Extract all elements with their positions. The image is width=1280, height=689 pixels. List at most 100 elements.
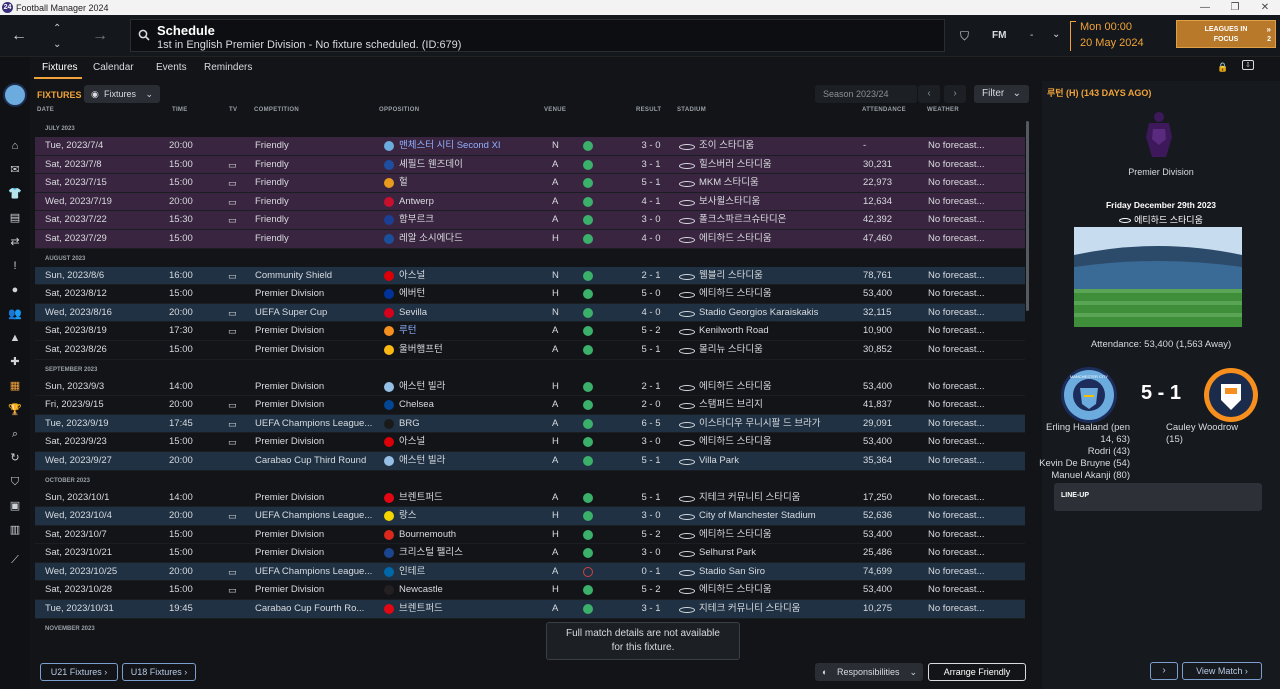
fixture-row[interactable]: Sun, 2023/10/1 14:00 Premier Division 브렌트퍼드… — [35, 489, 1025, 508]
squad-icon[interactable]: 👕 — [8, 187, 22, 201]
fixtures-scrollbar[interactable] — [1026, 121, 1029, 311]
fixture-row[interactable]: Tue, 2023/7/4 20:00 Friendly 맨체스터 시티 Second… — [35, 137, 1025, 156]
fixture-opposition[interactable]: 셰필드 웬즈데이 — [399, 156, 539, 175]
fixture-row[interactable]: Sat, 2023/10/28 15:00 Premier Division Newc… — [35, 581, 1025, 601]
u18-fixtures-button[interactable]: U18 Fixtures › — [122, 663, 196, 681]
manager-badge[interactable]: FM — [992, 30, 1006, 41]
fixture-opposition[interactable]: Antwerp — [399, 193, 539, 212]
fixture-opposition[interactable]: 루턴 — [399, 322, 539, 341]
view-dropdown[interactable]: ◉ Fixtures ⌄ — [84, 85, 160, 103]
club-crest-icon[interactable]: ⛉ — [960, 29, 969, 44]
fixtures-list[interactable]: JULY 2023 Tue, 2023/7/4 20:00 Friendly 맨체스터 … — [35, 119, 1025, 650]
col-competition[interactable]: COMPETITION — [254, 107, 299, 113]
fixture-row[interactable]: Sun, 2023/8/6 16:00 Community Shield 아스널 N 2 … — [35, 266, 1025, 286]
fixture-row[interactable]: Sat, 2023/10/7 15:00 Premier Division Bourn… — [35, 526, 1025, 545]
fixture-row[interactable]: Sat, 2023/8/12 15:00 Premier Division 에버턴 H 5… — [35, 285, 1025, 304]
fixture-opposition[interactable]: 함부르크 — [399, 211, 539, 230]
collapse-icon[interactable]: ⟋ — [8, 553, 22, 567]
fixture-opposition[interactable]: 맨체스터 시티 Second XI — [399, 137, 539, 156]
col-opposition[interactable]: OPPOSITION — [379, 107, 419, 113]
fixture-opposition[interactable]: 인테르 — [399, 563, 539, 582]
u21-fixtures-button[interactable]: U21 Fixtures › — [40, 663, 118, 681]
col-tv[interactable]: TV — [229, 107, 237, 113]
home-icon[interactable]: ⌂ — [8, 139, 22, 153]
fixture-opposition[interactable]: Bournemouth — [399, 526, 539, 545]
fixture-opposition[interactable]: Chelsea — [399, 396, 539, 415]
tab-events[interactable]: Events — [156, 62, 187, 73]
fixture-opposition[interactable]: Newcastle — [399, 581, 539, 600]
fixture-row[interactable]: Wed, 2023/8/16 20:00 UEFA Super Cup Sevilla… — [35, 303, 1025, 323]
schedule-icon[interactable]: ▦ — [8, 379, 22, 393]
fixture-row[interactable]: Sat, 2023/7/29 15:00 Friendly 레알 소시에다드 H 4 - … — [35, 229, 1025, 249]
fixture-row[interactable]: Sat, 2023/9/23 15:00 Premier Division 아스널 H 3… — [35, 433, 1025, 452]
fixture-row[interactable]: Wed, 2023/7/19 20:00 Friendly Antwerp A 4 - 1… — [35, 192, 1025, 212]
fixture-opposition[interactable]: 에버턴 — [399, 285, 539, 304]
fixture-row[interactable]: Sat, 2023/10/21 15:00 Premier Division 크리스털… — [35, 544, 1025, 563]
tab-calendar[interactable]: Calendar — [93, 62, 134, 73]
tactics-icon[interactable]: ▤ — [8, 211, 22, 225]
scouting-icon[interactable]: ⌕ — [8, 427, 22, 441]
fixture-row[interactable]: Sun, 2023/9/3 14:00 Premier Division 애스턴 빌라… — [35, 378, 1025, 397]
tab-reminders[interactable]: Reminders — [204, 62, 252, 73]
trophy-icon[interactable]: 🏆 — [8, 403, 22, 417]
fixture-opposition[interactable]: 레알 소시에다드 — [399, 230, 539, 249]
staff-icon[interactable]: 👥 — [8, 307, 22, 321]
lock-icon[interactable]: 🔒 — [1217, 62, 1228, 73]
col-venue[interactable]: VENUE — [544, 107, 566, 113]
fixture-opposition[interactable]: 울버햄프턴 — [399, 341, 539, 360]
fixture-row[interactable]: Sat, 2023/8/19 17:30 Premier Division 루턴 A 5 … — [35, 322, 1025, 341]
inbox-icon[interactable]: ✉ — [8, 163, 22, 177]
col-attendance[interactable]: ATTENDANCE — [862, 107, 906, 113]
medical-icon[interactable]: ✚ — [8, 355, 22, 369]
forward-arrow-icon[interactable]: → — [92, 28, 108, 44]
lineup-button[interactable]: LINE-UP — [1054, 483, 1262, 511]
next-match-button[interactable]: › — [1150, 662, 1178, 680]
fixture-row[interactable]: Wed, 2023/9/27 20:00 Carabao Cup Third Rou… — [35, 451, 1025, 471]
refresh-icon[interactable]: ↻ — [8, 451, 22, 465]
responsibilities-button[interactable]: ◐ Responsibilities ⌄ — [815, 663, 923, 681]
back-arrow-icon[interactable]: ← — [11, 28, 27, 44]
col-result[interactable]: RESULT — [636, 107, 661, 113]
search-box[interactable]: Schedule 1st in English Premier Division… — [130, 19, 945, 52]
season-selector[interactable]: Season 2023/24 — [815, 85, 917, 103]
club-badge-icon[interactable] — [3, 83, 27, 107]
col-date[interactable]: DATE — [37, 107, 54, 113]
fixture-opposition[interactable]: 헐 — [399, 174, 539, 193]
fixture-opposition[interactable]: 브렌트퍼드 — [399, 600, 539, 619]
fixture-row[interactable]: Sat, 2023/7/22 15:30 Friendly 함부르크 A 3 - 0 폴크스… — [35, 211, 1025, 230]
tab-fixtures[interactable]: Fixtures — [42, 62, 78, 73]
fixture-opposition[interactable]: 브렌트퍼드 — [399, 489, 539, 508]
col-time[interactable]: TIME — [172, 107, 188, 113]
arrange-friendly-button[interactable]: Arrange Friendly — [928, 663, 1026, 681]
manager-dropdown-icon[interactable]: ⌄ — [1052, 29, 1060, 40]
fixture-row[interactable]: Sat, 2023/7/15 15:00 Friendly 헐 A 5 - 1 MKM 스타… — [35, 174, 1025, 193]
minimize-icon[interactable]: — — [1190, 0, 1220, 15]
fixture-opposition[interactable]: 아스널 — [399, 267, 539, 286]
leagues-in-focus-button[interactable]: LEAGUES IN FOCUS 2 » — [1176, 20, 1276, 48]
ball-icon[interactable]: ● — [8, 283, 22, 297]
close-icon[interactable]: ✕ — [1250, 0, 1280, 15]
fixture-opposition[interactable]: 아스널 — [399, 433, 539, 452]
fixture-row[interactable]: Fri, 2023/9/15 20:00 Premier Division Chels… — [35, 396, 1025, 415]
alert-icon[interactable]: ! — [8, 259, 22, 273]
training-icon[interactable]: ▲ — [8, 331, 22, 345]
calendar-icon[interactable]: ▥ — [8, 523, 22, 537]
col-stadium[interactable]: STADIUM — [677, 107, 706, 113]
previous-season-button[interactable]: ‹ — [918, 85, 940, 103]
next-season-button[interactable]: › — [944, 85, 966, 103]
fixture-row[interactable]: Sat, 2023/7/8 15:00 Friendly 셰필드 웬즈데이 A 3 - 1… — [35, 155, 1025, 175]
restore-icon[interactable]: ❐ — [1220, 0, 1250, 15]
fixture-row[interactable]: Sat, 2023/8/26 15:00 Premier Division 울버햄프턴… — [35, 341, 1025, 360]
fixture-opposition[interactable]: 랑스 — [399, 507, 539, 526]
briefcase-icon[interactable]: ▣ — [8, 499, 22, 513]
fixture-row[interactable]: Tue, 2023/10/31 19:45 Carabao Cup Fourth R… — [35, 600, 1025, 619]
fixture-opposition[interactable]: BRG — [399, 415, 539, 434]
chevron-up-icon[interactable]: ⌃ — [53, 21, 61, 37]
fixture-opposition[interactable]: 애스턴 빌라 — [399, 378, 539, 397]
chevron-down-icon[interactable]: ⌄ — [53, 37, 61, 53]
shield-icon[interactable]: ⛉ — [8, 475, 22, 489]
fixture-row[interactable]: Wed, 2023/10/25 20:00 UEFA Champions Leagu… — [35, 562, 1025, 582]
game-date[interactable]: Mon 00:00 20 May 2024 — [1068, 19, 1168, 53]
fixture-opposition[interactable]: Sevilla — [399, 304, 539, 323]
view-match-button[interactable]: View Match › — [1182, 662, 1262, 680]
